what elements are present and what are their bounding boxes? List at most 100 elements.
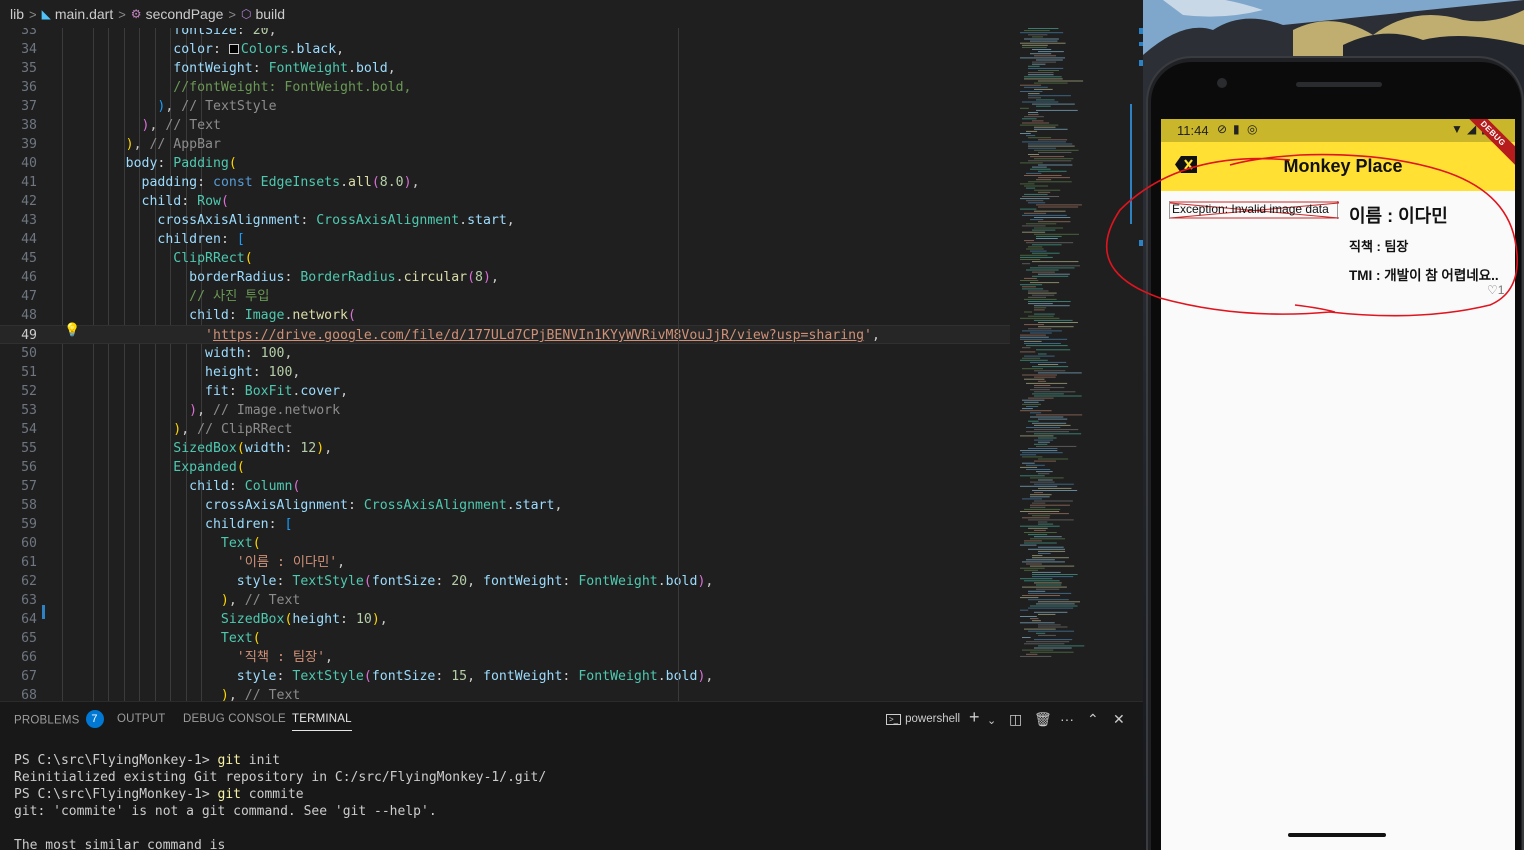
line-number[interactable]: 63	[0, 591, 37, 610]
code-editor[interactable]: 33 fontSize: 20, 34 color: Colors.black, 3…	[0, 0, 1143, 701]
code-text[interactable]: children: [	[78, 515, 292, 534]
code-text[interactable]: 'https://drive.google.com/file/d/177ULd7…	[78, 326, 880, 345]
code-line[interactable]: 42 child: Row(	[0, 192, 1010, 211]
close-icon[interactable]: ✕	[1113, 711, 1125, 728]
code-line[interactable]: 57 child: Column(	[0, 477, 1010, 496]
split-icon[interactable]: ◫	[1009, 711, 1022, 728]
breadcrumb-item-method[interactable]: build	[255, 6, 285, 22]
code-text[interactable]: SizedBox(width: 12),	[78, 439, 332, 458]
code-line[interactable]: 56 Expanded(	[0, 458, 1010, 477]
code-line[interactable]: 38 ), // Text	[0, 116, 1010, 135]
line-number[interactable]: 51	[0, 363, 37, 382]
line-number[interactable]: 44	[0, 230, 37, 249]
line-number[interactable]: 53	[0, 401, 37, 420]
code-area[interactable]: 33 fontSize: 20, 34 color: Colors.black, 3…	[0, 20, 1010, 701]
code-text[interactable]: padding: const EdgeInsets.all(8.0),	[78, 173, 420, 192]
code-text[interactable]: child: Row(	[78, 192, 229, 211]
code-line[interactable]: 39 ), // AppBar	[0, 135, 1010, 154]
line-number[interactable]: 43	[0, 211, 37, 230]
breadcrumb-item-lib[interactable]: lib	[10, 6, 24, 22]
code-text[interactable]: '이름 : 이다민',	[78, 553, 345, 572]
line-number[interactable]: 37	[0, 97, 37, 116]
code-text[interactable]: child: Image.network(	[78, 306, 356, 325]
code-text[interactable]: child: Column(	[78, 477, 300, 496]
line-number[interactable]: 40	[0, 154, 37, 173]
line-number[interactable]: 41	[0, 173, 37, 192]
breadcrumb-item-class[interactable]: secondPage	[146, 6, 224, 22]
code-text[interactable]: ), // ClipRRect	[78, 420, 292, 439]
line-number[interactable]: 60	[0, 534, 37, 553]
line-number[interactable]: 39	[0, 135, 37, 154]
code-line[interactable]: 58 crossAxisAlignment: CrossAxisAlignmen…	[0, 496, 1010, 515]
code-line[interactable]: 47 // 사진 투입	[0, 287, 1010, 306]
code-text[interactable]: Text(	[78, 629, 261, 648]
code-text[interactable]: fontWeight: FontWeight.bold,	[78, 59, 395, 78]
code-line[interactable]: 53 ), // Image.network	[0, 401, 1010, 420]
code-text[interactable]: width: 100,	[78, 344, 292, 363]
line-number[interactable]: 52	[0, 382, 37, 401]
code-line[interactable]: 63 ), // Text	[0, 591, 1010, 610]
line-number[interactable]: 49	[0, 326, 37, 345]
line-number[interactable]: 50	[0, 344, 37, 363]
code-text[interactable]: Text(	[78, 534, 261, 553]
line-number[interactable]: 58	[0, 496, 37, 515]
line-number[interactable]: 55	[0, 439, 37, 458]
line-number[interactable]: 35	[0, 59, 37, 78]
code-text[interactable]: style: TextStyle(fontSize: 15, fontWeigh…	[78, 667, 714, 686]
line-number[interactable]: 67	[0, 667, 37, 686]
code-line[interactable]: 54 ), // ClipRRect	[0, 420, 1010, 439]
code-line[interactable]: 65 Text(	[0, 629, 1010, 648]
code-text[interactable]: fit: BoxFit.cover,	[78, 382, 348, 401]
code-line[interactable]: 59 children: [	[0, 515, 1010, 534]
code-line[interactable]: 45 ClipRRect(	[0, 249, 1010, 268]
code-line[interactable]: 46 borderRadius: BorderRadius.circular(8…	[0, 268, 1010, 287]
code-text[interactable]: // 사진 투입	[78, 287, 269, 306]
code-text[interactable]: ClipRRect(	[78, 249, 252, 268]
code-line[interactable]: 60 Text(	[0, 534, 1010, 553]
code-text[interactable]: height: 100,	[78, 363, 300, 382]
home-gesture-bar[interactable]	[1288, 833, 1386, 837]
line-number[interactable]: 57	[0, 477, 37, 496]
scrollbar-thumb[interactable]	[1130, 104, 1132, 224]
line-number[interactable]: 36	[0, 78, 37, 97]
line-number[interactable]: 46	[0, 268, 37, 287]
code-text[interactable]: SizedBox(height: 10),	[78, 610, 388, 629]
code-text[interactable]: Expanded(	[78, 458, 244, 477]
code-text[interactable]: ), // Text	[78, 116, 221, 135]
code-text[interactable]: children: [	[78, 230, 244, 249]
code-line[interactable]: 67 style: TextStyle(fontSize: 15, fontWe…	[0, 667, 1010, 686]
lightbulb-icon[interactable]: 💡	[64, 323, 80, 338]
breadcrumb-item-file[interactable]: main.dart	[55, 6, 113, 22]
line-number[interactable]: 45	[0, 249, 37, 268]
line-number[interactable]: 56	[0, 458, 37, 477]
new-terminal-icon[interactable]: +	[969, 707, 980, 728]
line-number[interactable]: 66	[0, 648, 37, 667]
code-line[interactable]: 35 fontWeight: FontWeight.bold,	[0, 59, 1010, 78]
tab-debug-console[interactable]: DEBUG CONSOLE	[183, 713, 286, 725]
code-line[interactable]: 66 '직책 : 팀장',	[0, 648, 1010, 667]
line-number[interactable]: 48	[0, 306, 37, 325]
tab-terminal[interactable]: TERMINAL	[292, 713, 352, 731]
terminal-output[interactable]: PS C:\src\FlyingMonkey-1> git init Reinit…	[14, 752, 546, 850]
code-text[interactable]: color: Colors.black,	[78, 40, 344, 59]
line-number[interactable]: 42	[0, 192, 37, 211]
code-text[interactable]: borderRadius: BorderRadius.circular(8),	[78, 268, 499, 287]
code-line[interactable]: 68 ), // Text	[0, 686, 1010, 701]
line-number[interactable]: 61	[0, 553, 37, 572]
phone-screen[interactable]: 11:44 ⊘ ▮ ◎ ▼ ◢ ▮ Monkey Place DEBUG Exc…	[1161, 119, 1515, 824]
minimap[interactable]	[1012, 28, 1130, 701]
code-text[interactable]: body: Padding(	[78, 154, 237, 173]
code-line[interactable]: 62 style: TextStyle(fontSize: 20, fontWe…	[0, 572, 1010, 591]
code-line[interactable]: 44 children: [	[0, 230, 1010, 249]
code-text[interactable]: ), // AppBar	[78, 135, 221, 154]
line-number[interactable]: 38	[0, 116, 37, 135]
code-text[interactable]: ), // Text	[78, 686, 300, 701]
line-number[interactable]: 65	[0, 629, 37, 648]
code-line[interactable]: 37 ), // TextStyle	[0, 97, 1010, 116]
code-line[interactable]: 51 height: 100,	[0, 363, 1010, 382]
code-line[interactable]: 34 color: Colors.black,	[0, 40, 1010, 59]
like-button[interactable]: ♡1	[1487, 283, 1504, 297]
code-line[interactable]: 50 width: 100,	[0, 344, 1010, 363]
code-text[interactable]: //fontWeight: FontWeight.bold,	[78, 78, 411, 97]
code-line[interactable]: 41 padding: const EdgeInsets.all(8.0),	[0, 173, 1010, 192]
